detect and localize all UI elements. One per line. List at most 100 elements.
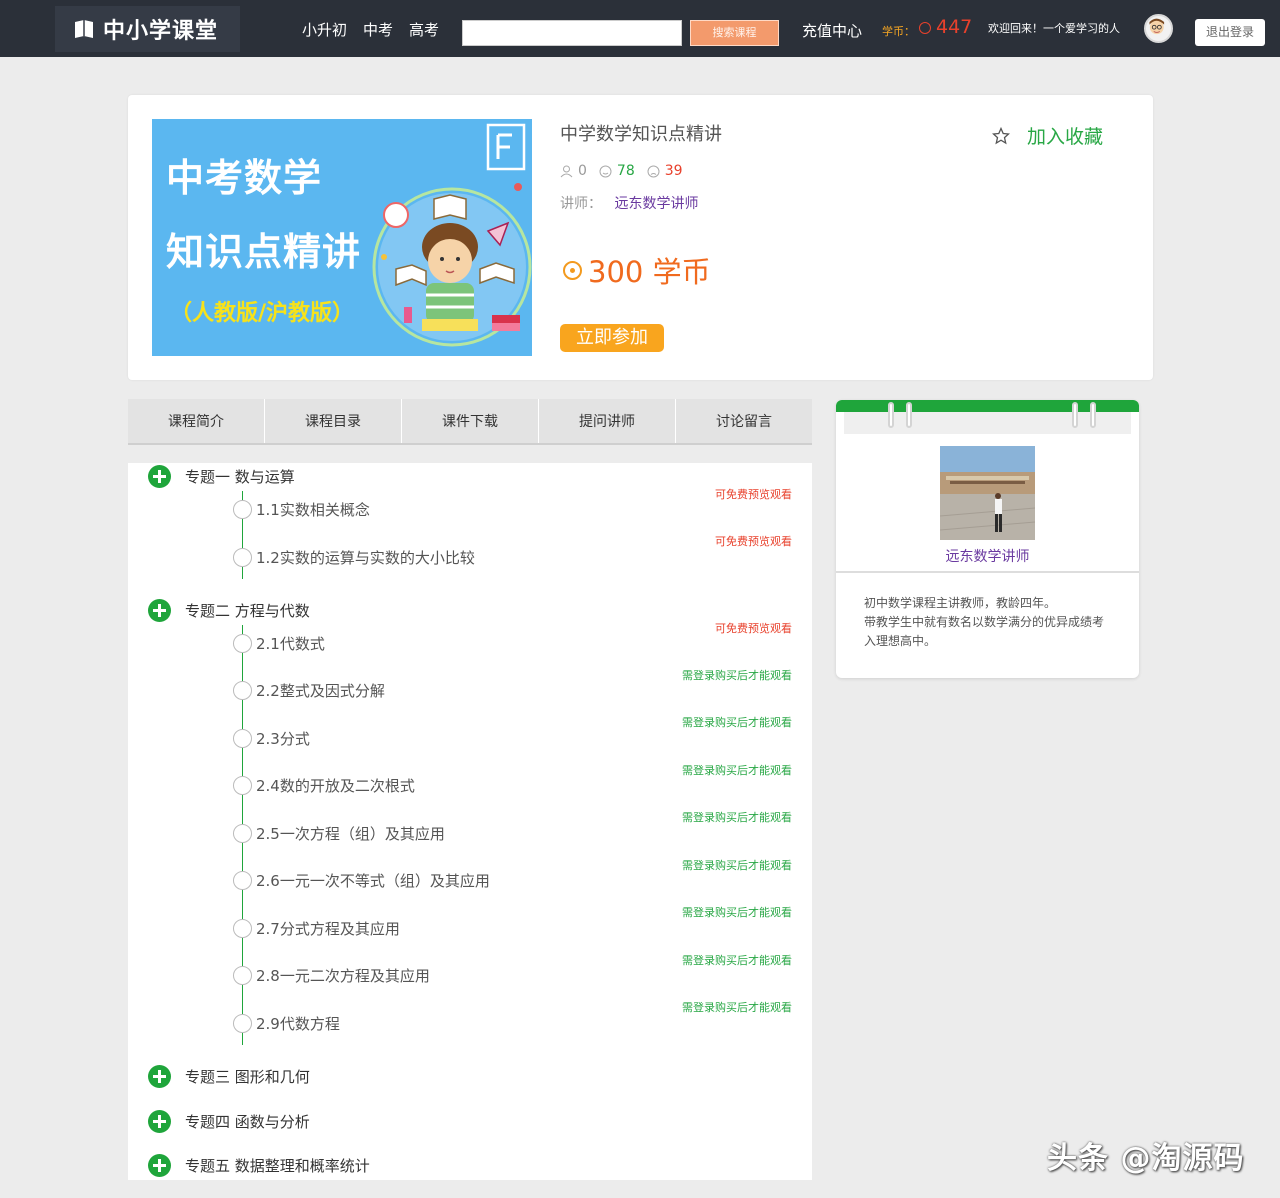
- likes-count: 78: [616, 163, 635, 179]
- top-navbar: 中小学课堂 小升初 中考 高考 搜索课程 充值中心 学币： 447 欢迎回来！一…: [0, 0, 1280, 57]
- frown-icon: [647, 165, 660, 177]
- lesson-access-tag: 需登录购买后才能观看: [682, 859, 792, 872]
- course-catalog: 专题一 数与运算 可免费预览观看 1.1实数相关概念 可免费预览观看 1.2实数…: [128, 463, 812, 1180]
- lesson-circle-icon: [233, 1014, 252, 1033]
- teacher-description-line1: 初中数学课程主讲教师，教龄四年。: [864, 596, 1057, 610]
- lesson-title: 2.8一元二次方程及其应用: [256, 967, 430, 985]
- user-icon: [560, 165, 573, 177]
- chapter-item[interactable]: 专题一 数与运算: [148, 465, 295, 488]
- nav-xiaoshengchu[interactable]: 小升初: [302, 19, 347, 40]
- chapter-item[interactable]: 专题三 图形和几何: [148, 1065, 310, 1088]
- lesson-item[interactable]: 2.7分式方程及其应用: [233, 918, 400, 939]
- cover-title-line2: 知识点精讲: [166, 230, 362, 274]
- lesson-item[interactable]: 2.2整式及因式分解: [233, 680, 385, 701]
- welcome-label: 欢迎回来！: [988, 22, 1043, 35]
- recharge-link[interactable]: 充值中心: [802, 20, 862, 41]
- chapter-title: 专题四 函数与分析: [185, 1113, 310, 1131]
- star-icon: [992, 126, 1010, 144]
- teacher-panel-name[interactable]: 远东数学讲师: [836, 546, 1139, 566]
- watermark: 头条 @淘源码: [1047, 1141, 1245, 1176]
- coin-label: 学币：: [882, 25, 915, 38]
- chapter-item[interactable]: 专题四 函数与分析: [148, 1110, 310, 1133]
- cover-title-line1: 中考数学: [166, 156, 323, 200]
- chapter-title: 专题五 数据整理和概率统计: [185, 1157, 370, 1175]
- ring-hook-icon: [1072, 402, 1078, 428]
- lesson-circle-icon: [233, 548, 252, 567]
- expand-plus-icon[interactable]: [148, 1110, 171, 1133]
- lesson-circle-icon: [233, 824, 252, 843]
- coin-icon: [563, 260, 582, 280]
- panel-divider: [836, 571, 1139, 573]
- chapter-item[interactable]: 专题五 数据整理和概率统计: [148, 1154, 370, 1177]
- lesson-access-tag: 可免费预览观看: [715, 488, 792, 501]
- lesson-circle-icon: [233, 681, 252, 700]
- logout-button[interactable]: 退出登录: [1195, 19, 1265, 46]
- lesson-item[interactable]: 2.6一元一次不等式（组）及其应用: [233, 870, 490, 891]
- expand-plus-icon[interactable]: [148, 1065, 171, 1088]
- lesson-title: 2.4数的开放及二次根式: [256, 777, 415, 795]
- expand-plus-icon[interactable]: [148, 599, 171, 622]
- lesson-access-tag: 需登录购买后才能观看: [682, 764, 792, 777]
- teacher-description: 初中数学课程主讲教师，教龄四年。 带教学生中就有数名以数学满分的优异成绩考入理想…: [864, 594, 1114, 651]
- lesson-title: 2.6一元一次不等式（组）及其应用: [256, 872, 490, 890]
- lesson-title: 1.1实数相关概念: [256, 501, 370, 519]
- lesson-access-tag: 可免费预览观看: [715, 622, 792, 635]
- teacher-line: 讲师： 远东数学讲师: [560, 193, 698, 213]
- lesson-item[interactable]: 2.4数的开放及二次根式: [233, 775, 415, 796]
- expand-plus-icon[interactable]: [148, 465, 171, 488]
- course-stats: 0 78 39: [560, 163, 683, 179]
- tab-catalog[interactable]: 课程目录: [265, 399, 402, 443]
- welcome-text: 欢迎回来！一个爱学习的人: [988, 20, 1120, 36]
- chapter-title: 专题二 方程与代数: [185, 602, 310, 620]
- lesson-circle-icon: [233, 500, 252, 519]
- lesson-circle-icon: [233, 871, 252, 890]
- nav-zhongkao[interactable]: 中考: [363, 19, 393, 40]
- chapter-item[interactable]: 专题二 方程与代数: [148, 599, 310, 622]
- price-amount: 300 学币: [588, 255, 711, 289]
- lesson-circle-icon: [233, 966, 252, 985]
- teacher-panel: 远东数学讲师 初中数学课程主讲教师，教龄四年。 带教学生中就有数名以数学满分的优…: [836, 400, 1139, 678]
- book-logo-icon: [75, 20, 93, 38]
- lesson-item[interactable]: 2.3分式: [233, 728, 310, 749]
- lesson-circle-icon: [233, 729, 252, 748]
- lesson-access-tag: 需登录购买后才能观看: [682, 1001, 792, 1014]
- teacher-label: 讲师：: [560, 196, 602, 212]
- lesson-item[interactable]: 2.5一次方程（组）及其应用: [233, 823, 445, 844]
- dislikes-count: 39: [664, 163, 683, 179]
- lesson-access-tag: 需登录购买后才能观看: [682, 716, 792, 729]
- coin-balance: 447: [936, 16, 973, 38]
- nav-gaokao[interactable]: 高考: [409, 19, 439, 40]
- lesson-access-tag: 需登录购买后才能观看: [682, 811, 792, 824]
- lesson-circle-icon: [233, 919, 252, 938]
- search-button[interactable]: 搜索课程: [690, 20, 779, 46]
- expand-plus-icon[interactable]: [148, 1154, 171, 1177]
- search-input[interactable]: [462, 20, 682, 46]
- teacher-photo[interactable]: [940, 446, 1035, 540]
- ring-hook-icon: [888, 402, 894, 428]
- ring-hook-icon: [1090, 402, 1096, 428]
- lesson-item[interactable]: 2.8一元二次方程及其应用: [233, 965, 430, 986]
- lesson-item[interactable]: 2.9代数方程: [233, 1013, 340, 1034]
- tab-discussion[interactable]: 讨论留言: [676, 399, 812, 443]
- tab-intro[interactable]: 课程简介: [128, 399, 265, 443]
- lesson-access-tag: 需登录购买后才能观看: [682, 669, 792, 682]
- lesson-item[interactable]: 1.2实数的运算与实数的大小比较: [233, 547, 475, 568]
- favorite-label: 加入收藏: [1027, 126, 1104, 148]
- teacher-name-link[interactable]: 远东数学讲师: [614, 196, 698, 212]
- lesson-item[interactable]: 2.1代数式: [233, 633, 325, 654]
- tab-downloads[interactable]: 课件下载: [402, 399, 539, 443]
- tab-ask-teacher[interactable]: 提问讲师: [539, 399, 676, 443]
- join-course-button[interactable]: 立即参加: [560, 324, 664, 352]
- add-favorite-button[interactable]: 加入收藏: [992, 122, 1103, 149]
- site-logo[interactable]: 中小学课堂: [55, 6, 240, 52]
- ring-hook-icon: [906, 402, 912, 428]
- teacher-photo-image: [940, 446, 1035, 540]
- course-cover-image[interactable]: 中考数学 知识点精讲 （人教版/沪教版）: [152, 119, 532, 356]
- coin-icon: [919, 22, 931, 34]
- logo-text: 中小学课堂: [103, 18, 219, 44]
- students-count: 0: [578, 163, 587, 179]
- username[interactable]: 一个爱学习的人: [1043, 22, 1120, 35]
- lesson-access-tag: 可免费预览观看: [715, 535, 792, 548]
- lesson-item[interactable]: 1.1实数相关概念: [233, 499, 370, 520]
- user-avatar[interactable]: [1144, 14, 1173, 43]
